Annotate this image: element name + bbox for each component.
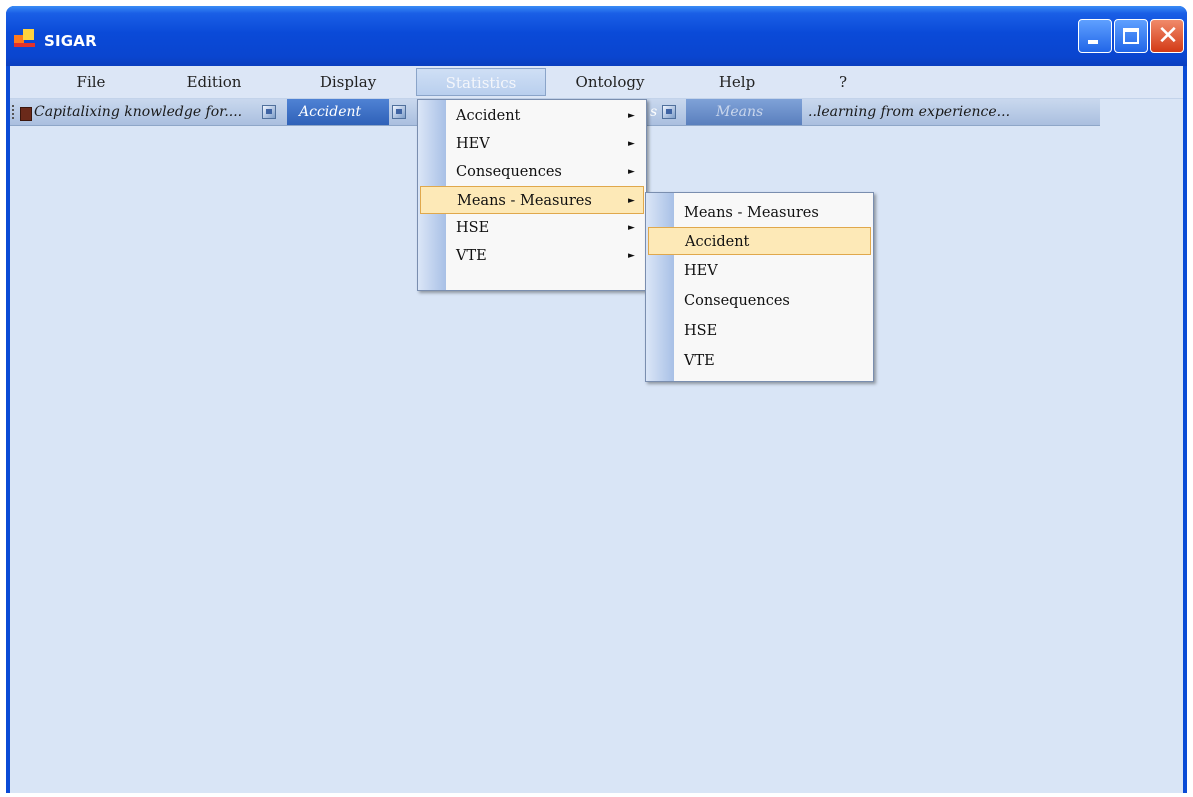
statistics-item-accident[interactable]: Accident ► bbox=[420, 102, 644, 130]
close-icon: ✕ bbox=[1157, 21, 1179, 51]
statistics-item-consequences[interactable]: Consequences ► bbox=[420, 158, 644, 186]
toolbar-label-left: Capitalixing knowledge for.... bbox=[34, 104, 243, 120]
sigar-app-icon[interactable] bbox=[14, 29, 36, 49]
main-client-area: File Edition Display Statistics Ontology… bbox=[10, 66, 1183, 793]
submenu-item-means-measures[interactable]: Means - Measures bbox=[648, 199, 871, 227]
menu-statistics[interactable]: Statistics bbox=[416, 68, 546, 96]
submenu-arrow-icon: ► bbox=[628, 196, 635, 206]
submenu-item-accident[interactable]: Accident bbox=[648, 227, 871, 255]
submenu-arrow-icon: ► bbox=[628, 251, 635, 261]
menu-file[interactable]: File bbox=[60, 68, 122, 96]
toolbar-accident-label: Accident bbox=[299, 104, 362, 120]
menu-edition[interactable]: Edition bbox=[178, 68, 250, 96]
minimize-button[interactable] bbox=[1078, 19, 1112, 53]
toolbar-grip[interactable] bbox=[12, 105, 17, 119]
menu-bar: File Edition Display Statistics Ontology… bbox=[10, 66, 1183, 99]
maximize-icon bbox=[1123, 28, 1139, 44]
menu-ontology[interactable]: Ontology bbox=[570, 68, 650, 96]
submenu-item-consequences[interactable]: Consequences bbox=[648, 287, 871, 315]
image-icon[interactable] bbox=[262, 105, 276, 119]
minimize-icon bbox=[1088, 40, 1098, 44]
toolbar-accident-button[interactable]: Accident bbox=[287, 99, 389, 125]
submenu-arrow-icon: ► bbox=[628, 139, 635, 149]
submenu-item-vte[interactable]: VTE bbox=[648, 347, 871, 375]
statistics-item-vte[interactable]: VTE ► bbox=[420, 242, 644, 270]
book-icon bbox=[20, 107, 32, 121]
menu-question[interactable]: ? bbox=[828, 68, 858, 96]
submenu-item-hev[interactable]: HEV bbox=[648, 257, 871, 285]
submenu-arrow-icon: ► bbox=[628, 167, 635, 177]
app-window: SIGAR ✕ File Edition Display Statistics … bbox=[6, 6, 1187, 793]
image-icon[interactable] bbox=[662, 105, 676, 119]
statistics-item-hse[interactable]: HSE ► bbox=[420, 214, 644, 242]
submenu-arrow-icon: ► bbox=[628, 111, 635, 121]
toolbar-label-right: ..learning from experience... bbox=[808, 104, 1011, 120]
image-icon[interactable] bbox=[392, 105, 406, 119]
submenu-arrow-icon: ► bbox=[628, 223, 635, 233]
toolbar-means-label: Means bbox=[716, 104, 764, 120]
menu-display[interactable]: Display bbox=[312, 68, 384, 96]
toolbar-means-button[interactable]: Means bbox=[686, 99, 802, 125]
maximize-button[interactable] bbox=[1114, 19, 1148, 53]
statistics-dropdown: Accident ► HEV ► Consequences ► Means - … bbox=[417, 99, 647, 291]
window-title: SIGAR bbox=[44, 32, 97, 50]
title-bar[interactable]: SIGAR ✕ bbox=[6, 6, 1187, 66]
toolbar-hidden-fragment: s bbox=[650, 104, 658, 120]
submenu-item-hse[interactable]: HSE bbox=[648, 317, 871, 345]
statistics-item-hev[interactable]: HEV ► bbox=[420, 130, 644, 158]
means-measures-submenu: Means - Measures Accident HEV Consequenc… bbox=[645, 192, 874, 382]
statistics-item-means-measures[interactable]: Means - Measures ► bbox=[420, 186, 644, 214]
close-button[interactable]: ✕ bbox=[1150, 19, 1184, 53]
menu-help[interactable]: Help bbox=[706, 68, 768, 96]
